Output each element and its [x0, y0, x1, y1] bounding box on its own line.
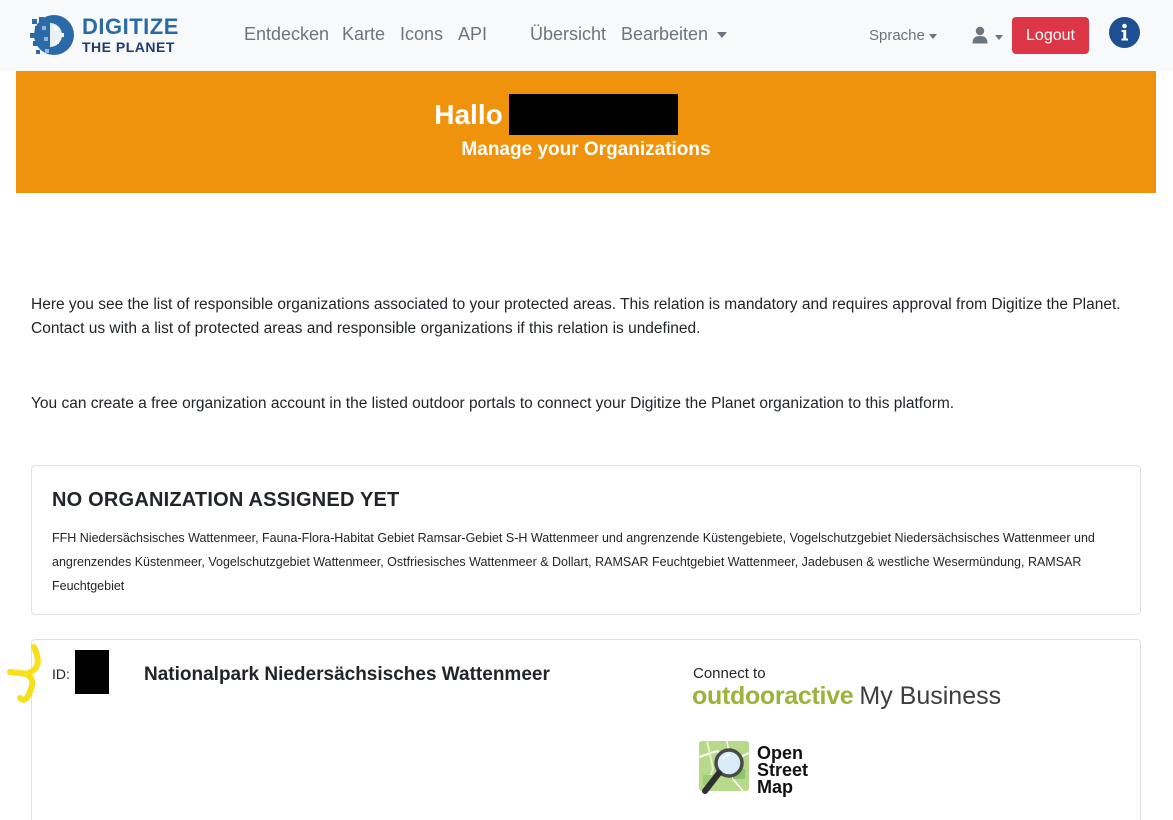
outdooractive-connect-link[interactable]: outdooractive My Business — [692, 682, 1001, 711]
nav-bearbeiten-label: Bearbeiten — [621, 24, 709, 44]
osm-text-line3: Map — [757, 777, 793, 797]
redacted-username — [508, 94, 678, 135]
openstreetmap-connect-link[interactable]: Open Street Map — [697, 739, 808, 802]
nav-entdecken[interactable]: Entdecken — [244, 24, 329, 45]
language-label: Sprache — [869, 27, 925, 44]
nav-uebersicht[interactable]: Übersicht — [530, 24, 606, 45]
intro-paragraph-1: Here you see the list of responsible org… — [31, 296, 1121, 337]
user-icon — [972, 26, 988, 49]
unassigned-card-title: NO ORGANIZATION ASSIGNED YET — [52, 489, 400, 511]
osm-magnifier-map-icon — [697, 739, 753, 802]
logout-button[interactable]: Logout — [1012, 17, 1089, 54]
language-dropdown[interactable]: Sprache — [869, 27, 937, 44]
welcome-banner: Hallo Manage your Organizations — [16, 71, 1156, 193]
outdooractive-product: My Business — [859, 682, 1002, 710]
unassigned-areas-card: NO ORGANIZATION ASSIGNED YET FFH Nieders… — [31, 465, 1141, 615]
unassigned-areas-list: FFH Niedersächsisches Wattenmeer, Fauna-… — [52, 531, 1095, 593]
nav-icons[interactable]: Icons — [400, 24, 443, 45]
pixel-globe-logo-icon — [30, 13, 74, 57]
redacted-organization-id — [75, 650, 109, 694]
nav-api[interactable]: API — [458, 24, 487, 45]
chevron-down-icon — [717, 32, 728, 39]
chevron-down-icon — [928, 33, 937, 39]
intro-paragraph-2: You can create a free organization accou… — [31, 395, 955, 412]
organization-id-label: ID: — [52, 666, 70, 682]
greeting-text: Hallo — [434, 98, 503, 130]
connect-to-label: Connect to — [693, 665, 766, 682]
nav-karte[interactable]: Karte — [342, 24, 385, 45]
organization-name: Nationalpark Niedersächsisches Wattenmee… — [144, 664, 550, 685]
chevron-down-icon — [995, 35, 1003, 40]
brand-name-line1: DIGITIZE — [82, 14, 179, 39]
navbar: DIGITIZE THE PLANET Entdecken Karte Icon… — [0, 0, 1173, 71]
brand-name-line2: THE PLANET — [82, 39, 175, 55]
organization-card: ID: Nationalpark Niedersächsisches Watte… — [31, 639, 1141, 820]
user-menu-dropdown[interactable] — [972, 26, 1003, 49]
info-icon[interactable] — [1109, 17, 1140, 48]
brand-logo[interactable]: DIGITIZE THE PLANET — [30, 12, 179, 58]
outdooractive-brand: outdooractive — [692, 682, 854, 710]
highlight-annotation — [6, 644, 46, 709]
nav-bearbeiten-dropdown[interactable]: Bearbeiten — [621, 24, 728, 45]
banner-subtitle: Manage your Organizations — [461, 139, 711, 160]
